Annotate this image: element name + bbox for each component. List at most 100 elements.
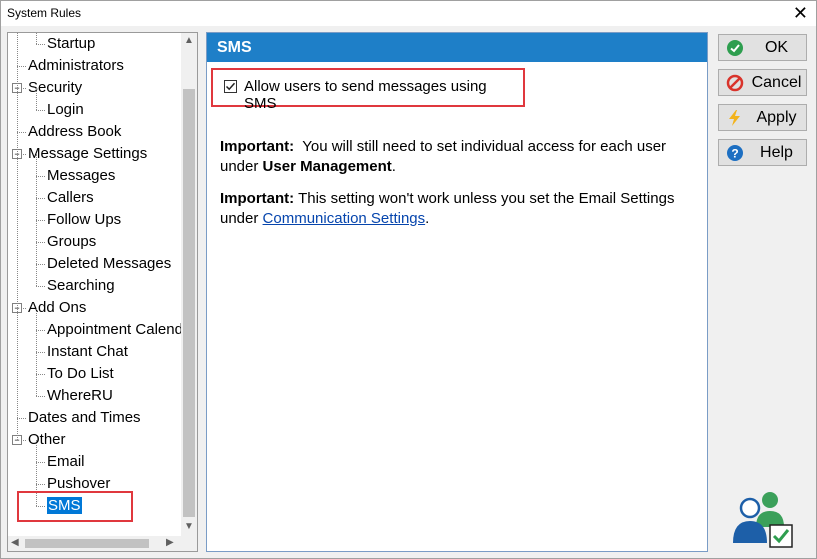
help-icon: ? (727, 145, 743, 161)
cancel-label: Cancel (751, 74, 802, 91)
tree-item-searching[interactable]: Searching (47, 275, 115, 297)
tree-item-label: Other (28, 431, 66, 448)
window-title: System Rules (7, 6, 82, 20)
apply-button[interactable]: Apply (718, 104, 807, 131)
ok-button[interactable]: OK (718, 34, 807, 61)
scroll-right-icon[interactable]: ▶ (166, 537, 174, 548)
tree-vertical-scrollbar[interactable]: ▲ ▼ (181, 33, 197, 536)
tree-item-label: Address Book (28, 123, 122, 140)
users-check-icon (733, 492, 793, 548)
scrollbar-corner (181, 536, 197, 551)
tree-item-label: Searching (47, 277, 115, 294)
tree-item-email[interactable]: Email (47, 451, 85, 473)
close-icon[interactable]: ✕ (793, 3, 808, 23)
tree-connector (17, 132, 26, 133)
apply-label: Apply (756, 109, 797, 126)
tree-vertical-scroll-thumb[interactable] (183, 89, 195, 517)
note-end: . (391, 158, 396, 175)
tree-item-to-do-list[interactable]: To Do List (47, 363, 114, 385)
sms-option-highlight: Allow users to send messages using SMS (211, 68, 525, 112)
tree-connector (36, 286, 45, 287)
tree-connector (36, 374, 45, 375)
tree-horizontal-scrollbar[interactable]: ◀ ▶ (8, 536, 181, 551)
tree-connector (36, 330, 45, 331)
tree-item-label: Follow Ups (47, 211, 122, 228)
help-button[interactable]: ? Help (718, 139, 807, 166)
tree-connector (36, 154, 37, 286)
tree-item-message-settings[interactable]: Message Settings (28, 143, 147, 165)
important-label: Important: (220, 138, 295, 155)
communication-settings-link[interactable]: Communication Settings (263, 210, 426, 227)
tree-item-follow-ups[interactable]: Follow Ups (47, 209, 121, 231)
tree-item-label: Login (47, 101, 84, 118)
tree-item-dates-and-times[interactable]: Dates and Times (28, 407, 141, 429)
tree-item-label: Groups (47, 233, 97, 250)
tree-connector (36, 176, 45, 177)
tree-item-label: Deleted Messages (47, 255, 172, 272)
tree-connector (36, 352, 45, 353)
check-circle-icon (727, 40, 743, 56)
tree-item-deleted-messages[interactable]: Deleted Messages (47, 253, 171, 275)
tree-connector (17, 33, 18, 440)
ok-label: OK (764, 39, 789, 56)
allow-sms-checkbox[interactable] (224, 80, 237, 93)
tree-connector (36, 220, 45, 221)
tree-item-label: Startup (47, 35, 96, 52)
tree-item-instant-chat[interactable]: Instant Chat (47, 341, 128, 363)
tree-item-address-book[interactable]: Address Book (28, 121, 121, 143)
tree-item-callers[interactable]: Callers (47, 187, 94, 209)
tree-connector (36, 462, 45, 463)
tree-item-label: Pushover (47, 475, 111, 492)
scroll-up-icon[interactable]: ▲ (184, 35, 194, 46)
important-label: Important: (220, 190, 295, 207)
cancel-icon (726, 74, 744, 92)
tree-item-label: Administrators (28, 57, 124, 74)
settings-tree[interactable]: Startup Administrators − Security Login Addre… (7, 32, 198, 552)
tree-content: Startup Administrators − Security Login Addre… (8, 33, 181, 536)
tree-connector (36, 44, 45, 45)
tree-item-label: Email (47, 453, 85, 470)
tree-connector (36, 484, 45, 485)
panel-header: SMS (207, 33, 707, 62)
tree-connector (36, 88, 37, 110)
tree-connector (36, 396, 45, 397)
note-end: . (425, 210, 430, 227)
tree-item-label: Callers (47, 189, 94, 206)
svg-text:?: ? (731, 147, 738, 161)
tree-item-label: Instant Chat (47, 343, 128, 360)
tree-connector (36, 308, 37, 396)
tree-item-login[interactable]: Login (47, 99, 84, 121)
tree-item-administrators[interactable]: Administrators (28, 55, 124, 77)
lightning-icon (729, 110, 740, 126)
important-note-email-settings: Important: This setting won't work unles… (220, 189, 690, 229)
checkmark-icon (225, 82, 236, 91)
tree-item-label: Messages (47, 167, 116, 184)
tree-item-startup[interactable]: Startup (47, 33, 95, 55)
tree-item-label: Message Settings (28, 145, 148, 162)
sms-node-highlight (17, 491, 133, 522)
allow-sms-label[interactable]: Allow users to send messages using SMS (244, 78, 523, 112)
important-note-user-management: Important: You will still need to set in… (220, 137, 690, 177)
tree-item-label: Appointment Calendar (47, 321, 181, 338)
tree-connector (36, 242, 45, 243)
scroll-left-icon[interactable]: ◀ (11, 537, 19, 548)
tree-item-label: Dates and Times (28, 409, 141, 426)
tree-connector (36, 264, 45, 265)
title-bar: System Rules ✕ (0, 0, 817, 26)
tree-item-label: To Do List (47, 365, 114, 382)
tree-connector (17, 66, 26, 67)
tree-item-messages[interactable]: Messages (47, 165, 115, 187)
tree-connector (36, 110, 45, 111)
tree-item-appointment-calendar[interactable]: Appointment Calendar (47, 319, 181, 341)
scroll-down-icon[interactable]: ▼ (184, 521, 194, 532)
settings-panel: SMS Allow users to send messages using S… (206, 32, 708, 552)
help-label: Help (760, 144, 793, 161)
tree-connector (36, 198, 45, 199)
tree-horizontal-scroll-thumb[interactable] (25, 539, 149, 548)
tree-item-groups[interactable]: Groups (47, 231, 96, 253)
tree-connector (36, 33, 37, 44)
cancel-button[interactable]: Cancel (718, 69, 807, 96)
tree-connector (17, 418, 26, 419)
tree-item-other[interactable]: Other (28, 429, 66, 451)
tree-item-whereru[interactable]: WhereRU (47, 385, 113, 407)
